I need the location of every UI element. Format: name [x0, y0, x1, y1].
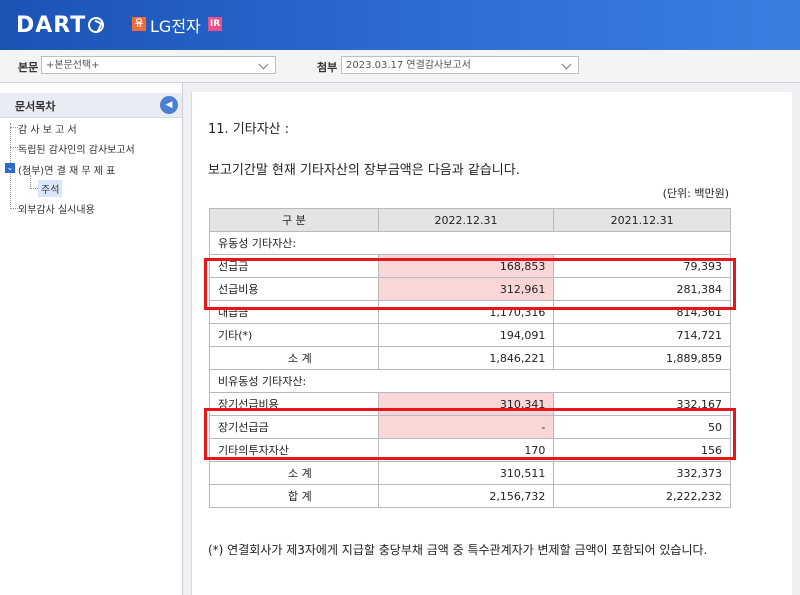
collapse-icon[interactable]: ⌄ [5, 163, 15, 173]
document-viewer: 11. 기타자산 : 보고기간말 현재 기타자산의 장부금액은 다음과 같습니다… [191, 92, 800, 595]
tree-line [10, 208, 18, 209]
toc-item-audit-report[interactable]: 감 사 보 고 서 [18, 121, 77, 136]
other-assets-table: 구 분 2022.12.31 2021.12.31 유동성 기타자산: 선급금 … [209, 208, 731, 508]
chevron-left-icon[interactable]: ◀ [160, 96, 178, 114]
highlight-box-noncurrent-prepaid [204, 408, 736, 460]
app-header: DART 유 LG전자 IR [0, 0, 800, 50]
cell-2021: 714,721 [553, 323, 731, 347]
attachment-label: 첨부 [317, 61, 338, 74]
toc-title: 문서목차 [15, 100, 56, 113]
toc-item-independent-auditor-report[interactable]: 독립된 감사인의 감사보고서 [18, 141, 135, 156]
body-label: 본문 [18, 61, 39, 74]
body-select-value: +본문선택+ [46, 60, 100, 71]
group-current-label: 유동성 기타자산: [209, 231, 731, 255]
tree-line [10, 147, 18, 148]
tree-line [10, 127, 18, 128]
cell-2022: 1,846,221 [377, 346, 555, 370]
row-label: 합 계 [209, 484, 379, 508]
toc-item-consolidated-statements[interactable]: (첨부)연 결 재 무 제 표 [18, 162, 115, 177]
footnote: (*) 연결회사가 제3자에게 지급할 충당부채 금액 중 특수관계자가 변제할… [208, 543, 708, 557]
subtotal-row: 소 계 310,511 332,373 [209, 461, 731, 485]
chevron-down-icon [561, 59, 572, 70]
toc-item-external-audit[interactable]: 외부감사 실시내용 [18, 201, 95, 216]
header-category: 구 분 [209, 208, 379, 232]
cell-2021: 2,222,232 [553, 484, 731, 508]
highlight-box-current-prepaid [204, 258, 736, 310]
tree-line [30, 175, 31, 189]
cell-2022: 194,091 [377, 323, 555, 347]
row-label: 소 계 [209, 461, 379, 485]
group-noncurrent-label: 비유동성 기타자산: [209, 369, 731, 393]
logo-text: DART [16, 12, 87, 38]
ir-badge[interactable]: IR [208, 17, 222, 31]
cell-2022: 2,156,732 [377, 484, 555, 508]
toc-header: 문서목차 ◀ [0, 93, 182, 118]
toc-sidebar: 문서목차 ◀ 감 사 보 고 서 독립된 감사인의 감사보고서 ⌄ (첨부)연 … [0, 83, 183, 595]
row-label: 기타(*) [209, 323, 379, 347]
dart-logo[interactable]: DART [16, 11, 105, 39]
subtotal-row: 소 계 1,846,221 1,889,859 [209, 346, 731, 370]
header-2021: 2021.12.31 [553, 208, 731, 232]
attachment-select[interactable]: 2023.03.17 연결감사보고서 [341, 56, 579, 74]
company-name: LG전자 [150, 17, 201, 36]
cell-2022: 310,511 [377, 461, 555, 485]
toc-item-notes[interactable]: 주석 [38, 180, 63, 197]
total-row: 합 계 2,156,732 2,222,232 [209, 484, 731, 508]
row-label: 소 계 [209, 346, 379, 370]
section-title: 11. 기타자산 : [208, 122, 290, 137]
table-header-row: 구 분 2022.12.31 2021.12.31 [209, 208, 731, 232]
table-row: 비유동성 기타자산: [209, 369, 731, 393]
unit-label: (단위: 백만원) [662, 187, 729, 200]
logo-mark-icon [88, 17, 105, 33]
chevron-down-icon [258, 59, 269, 70]
cell-2021: 332,373 [553, 461, 731, 485]
cell-2021: 1,889,859 [553, 346, 731, 370]
tree-line [30, 188, 38, 189]
body-select[interactable]: +본문선택+ [41, 56, 276, 74]
market-badge: 유 [132, 17, 146, 31]
header-2022: 2022.12.31 [377, 208, 555, 232]
table-row: 유동성 기타자산: [209, 231, 731, 255]
attachment-select-value: 2023.03.17 연결감사보고서 [346, 60, 471, 71]
intro-text: 보고기간말 현재 기타자산의 장부금액은 다음과 같습니다. [208, 163, 520, 178]
document-toolbar: 본문 +본문선택+ 첨부 2023.03.17 연결감사보고서 [0, 50, 800, 83]
table-row: 기타(*) 194,091 714,721 [209, 323, 731, 347]
vertical-scrollbar[interactable] [792, 83, 800, 595]
